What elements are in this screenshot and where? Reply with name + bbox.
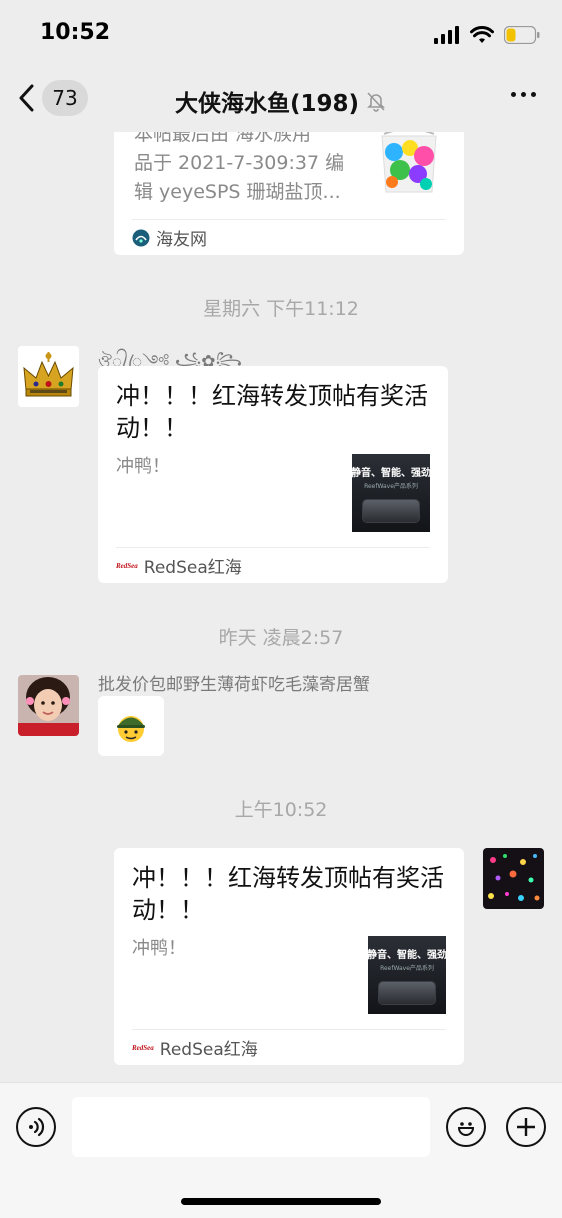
timestamp-label: 昨天 凌晨2:57 <box>218 627 344 649</box>
device-image <box>379 982 435 1004</box>
dot-icon <box>511 92 516 97</box>
more-options-button[interactable] <box>511 92 536 97</box>
plus-icon <box>517 1118 535 1136</box>
desc-line: 本帖最后由 海水族用 <box>134 132 312 145</box>
chat-area[interactable]: 本帖最后由 海水族用 品于 2021-7-309:37 编 辑 yeyeSPS … <box>0 132 562 1082</box>
wifi-icon <box>470 26 494 43</box>
voice-icon <box>29 1117 45 1137</box>
link-card-desc: 本帖最后由 海水族用 品于 2021-7-309:37 编 辑 yeyeSPS … <box>134 132 364 207</box>
chat-title-wrap: 大侠海水鱼(198) <box>0 84 562 118</box>
link-card-redsea-2[interactable]: 冲！！！红海转发顶帖有奖活动！！ 冲鸭！ 静音、智能、强劲 ReefWave产品… <box>114 848 464 1065</box>
thumb-text: 静音、智能、强劲 <box>352 468 430 479</box>
product-bucket-image <box>378 132 440 194</box>
thumb-sub: ReefWave产品系列 <box>380 965 434 972</box>
link-card-title: 冲！！！红海转发顶帖有奖活动！！ <box>116 382 428 442</box>
status-time: 10:52 <box>40 20 111 45</box>
timestamp-label: 上午10:52 <box>234 799 328 821</box>
home-indicator[interactable] <box>181 1198 381 1205</box>
link-card-redsea-1[interactable]: 冲！！！红海转发顶帖有奖活动！！ 冲鸭！ 静音、智能、强劲 ReefWave产品… <box>98 366 448 583</box>
avatar-child[interactable] <box>18 675 79 736</box>
message-input[interactable] <box>72 1097 430 1157</box>
sticker-bubble[interactable] <box>98 696 164 756</box>
desc-line: 品于 2021-7-309:37 编 <box>134 152 345 174</box>
dot-icon <box>521 92 526 97</box>
emoji-icon <box>457 1122 475 1136</box>
link-card-source: RedSea红海 <box>143 558 242 578</box>
redsea-logo-icon: RedSea <box>116 561 138 570</box>
link-card-source: RedSea红海 <box>159 1040 258 1060</box>
link-card-thumbnail: 静音、智能、强劲 ReefWave产品系列 <box>352 454 430 532</box>
link-card-desc: 冲鸭！ <box>132 938 186 959</box>
soldier-emoji-icon <box>117 716 145 742</box>
redsea-logo-icon: RedSea <box>132 1043 154 1052</box>
thumb-sub: ReefWave产品系列 <box>364 483 418 490</box>
link-card-thumbnail: 静音、智能、强劲 ReefWave产品系列 <box>368 936 446 1014</box>
desc-line: 辑 yeyeSPS 珊瑚盐顶... <box>134 181 341 203</box>
dot-icon <box>531 92 536 97</box>
haiyou-logo-icon <box>132 229 150 246</box>
link-card-footer: RedSea RedSea红海 <box>116 547 430 583</box>
plus-button[interactable] <box>506 1107 546 1147</box>
status-icons <box>434 24 540 46</box>
status-bar: 10:52 <box>0 0 562 70</box>
avatar-crown[interactable] <box>18 346 79 407</box>
signal-icon <box>434 26 459 44</box>
sender-name: 批发价包邮野生薄荷虾吃毛藻寄居蟹 <box>98 675 370 695</box>
voice-button[interactable] <box>16 1107 56 1147</box>
timestamp-label: 星期六 下午11:12 <box>203 298 359 320</box>
link-card-title: 冲！！！红海转发顶帖有奖活动！！ <box>132 864 444 924</box>
thumb-text: 静音、智能、强劲 <box>368 950 446 961</box>
chat-title: 大侠海水鱼(198) <box>174 91 360 117</box>
emoji-button[interactable] <box>446 1107 486 1147</box>
mute-bell-icon <box>367 92 385 112</box>
link-card-top[interactable]: 本帖最后由 海水族用 品于 2021-7-309:37 编 辑 yeyeSPS … <box>114 132 464 255</box>
device-image <box>363 500 419 522</box>
battery-icon <box>504 26 540 44</box>
avatar-self[interactable] <box>483 848 544 909</box>
link-card-source: 海友网 <box>156 230 207 250</box>
nav-bar: 73 大侠海水鱼(198) <box>0 70 562 132</box>
link-card-desc: 冲鸭！ <box>116 456 170 477</box>
link-card-footer: RedSea RedSea红海 <box>132 1029 446 1065</box>
link-card-footer: 海友网 <box>132 219 446 255</box>
